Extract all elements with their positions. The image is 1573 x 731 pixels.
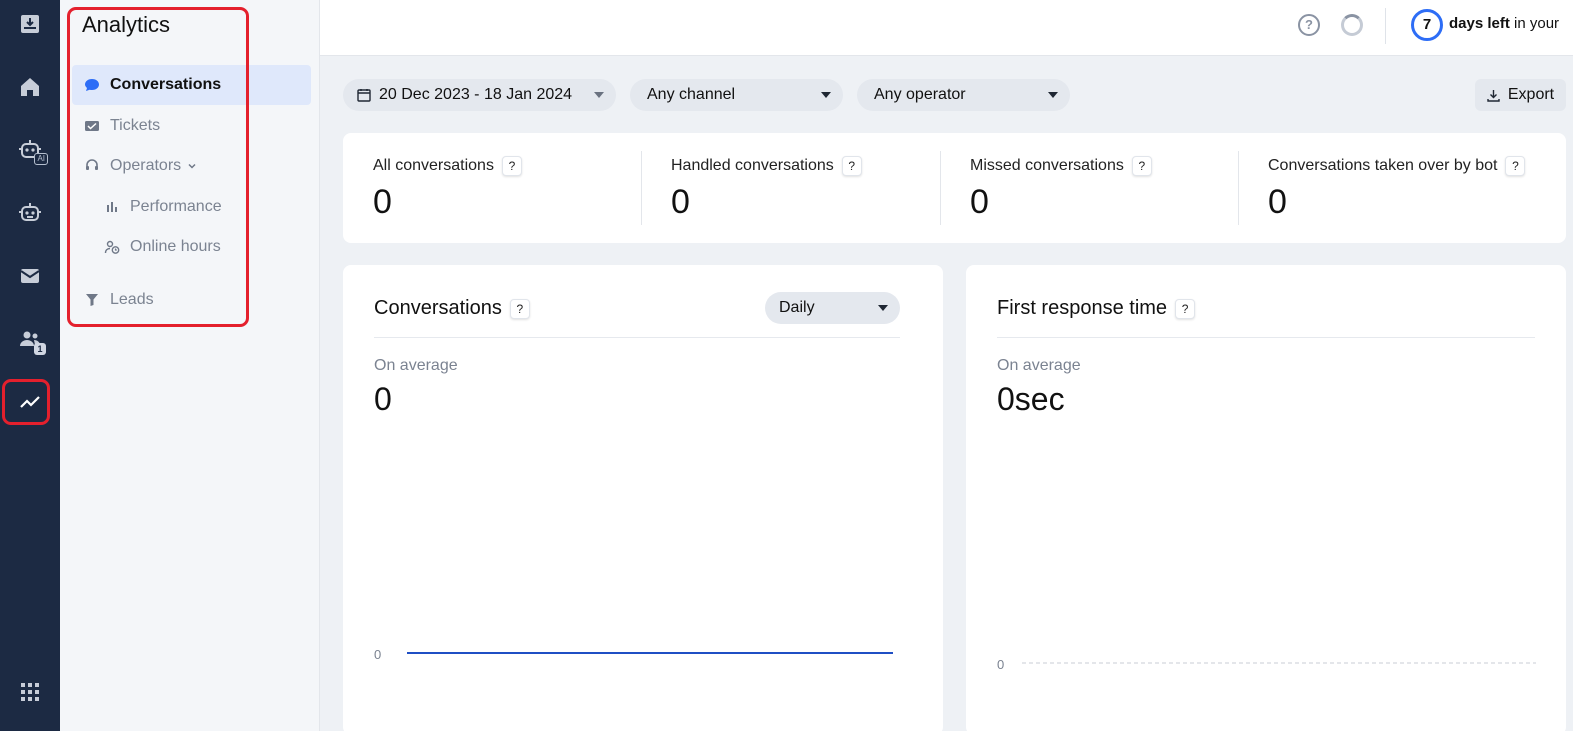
subnav-highlight [67,7,249,327]
average-label: On average [374,357,458,374]
trial-suffix: in your [1514,15,1560,32]
contacts-icon[interactable]: 1 [10,319,50,359]
help-tooltip-icon[interactable]: ? [1505,156,1526,176]
stat-value: 0 [970,183,989,221]
stat-value: 0 [671,183,690,221]
stat-taken-over-by-bot: Conversations taken over by bot? 0 [1238,133,1566,243]
caret-down-icon [1048,92,1058,98]
trial-status-text[interactable]: days left in your [1449,15,1559,32]
conversations-line-chart [407,652,893,654]
stat-divider [940,151,941,225]
stat-value: 0 [373,183,392,221]
top-header: ? 7 days left in your [320,0,1573,56]
channel-value: Any channel [647,86,736,103]
home-icon[interactable] [10,67,50,107]
panel-divider [374,337,900,338]
analytics-subnav: Analytics Conversations Tickets Operator… [60,0,320,731]
help-tooltip-icon[interactable]: ? [1175,298,1196,319]
stat-label: Missed conversations [970,157,1124,174]
y-axis-tick: 0 [374,647,382,662]
average-value: 0 [374,381,392,417]
export-label: Export [1507,86,1555,103]
header-divider [1385,8,1386,44]
stats-card: All conversations? 0 Handled conversatio… [343,133,1566,243]
apps-grid-icon[interactable] [10,672,50,712]
help-tooltip-icon[interactable]: ? [509,298,530,319]
caret-down-icon [594,92,604,98]
conversations-panel: Conversations? Daily On average 0 0 [343,265,943,731]
panel-divider [997,337,1535,338]
help-tooltip-icon[interactable]: ? [501,156,522,176]
help-tooltip-icon[interactable]: ? [1131,156,1152,176]
ai-badge: AI [34,153,48,165]
period-value: Daily [779,299,815,316]
stat-label: Handled conversations [671,157,834,174]
caret-down-icon [878,305,888,311]
days-left-label: days left [1449,15,1510,32]
export-button[interactable]: Export [1475,79,1566,111]
bot-icon[interactable] [10,192,50,232]
first-response-line-chart [1022,662,1536,664]
trial-days-counter: 7 [1411,9,1443,41]
calendar-icon [357,88,371,102]
help-icon[interactable]: ? [1298,14,1320,36]
average-value: 0sec [997,381,1065,417]
stat-label: All conversations [373,157,494,174]
stat-label: Conversations taken over by bot [1268,157,1498,174]
first-response-panel: First response time? On average 0sec 0 [966,265,1566,731]
inbox-download-icon[interactable] [10,4,50,44]
stat-divider [641,151,642,225]
caret-down-icon [821,92,831,98]
channel-filter[interactable]: Any channel [630,79,843,111]
operator-filter[interactable]: Any operator [857,79,1070,111]
panel-title: First response time [997,297,1168,319]
average-label: On average [997,357,1081,374]
date-range-filter[interactable]: 20 Dec 2023 - 18 Jan 2024 [343,79,616,111]
stat-handled-conversations: Handled conversations? 0 [641,133,939,243]
contacts-count-badge: 1 [34,343,46,355]
ai-bot-icon[interactable]: AI [10,129,50,169]
period-select[interactable]: Daily [765,292,900,324]
analytics-icon-highlight [2,379,50,425]
y-axis-tick: 0 [997,657,1005,672]
stat-value: 0 [1268,183,1287,221]
app-rail: AI 1 [0,0,60,731]
stat-missed-conversations: Missed conversations? 0 [940,133,1238,243]
help-tooltip-icon[interactable]: ? [841,156,862,176]
stat-divider [1238,151,1239,225]
panel-title: Conversations [374,297,502,319]
download-icon [1487,89,1500,102]
stat-all-conversations: All conversations? 0 [343,133,641,243]
loading-icon [1341,14,1363,36]
date-range-value: 20 Dec 2023 - 18 Jan 2024 [379,86,573,103]
mail-icon[interactable] [10,256,50,296]
operator-value: Any operator [874,86,966,103]
